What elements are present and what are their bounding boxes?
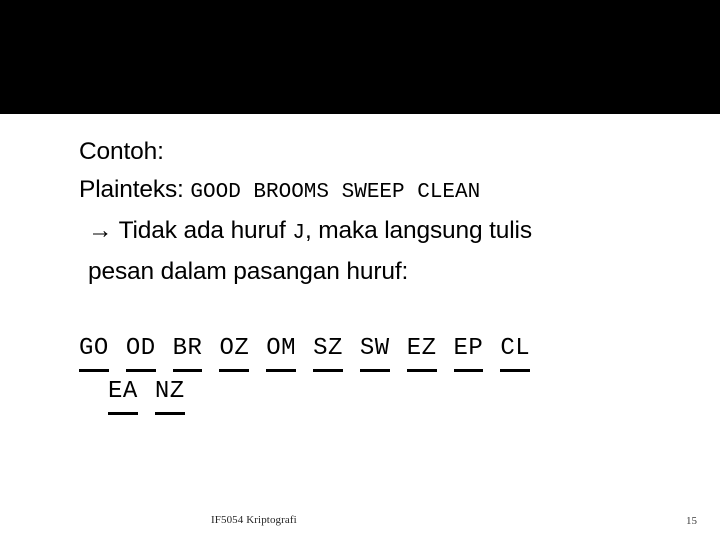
right-arrow-icon: → [88, 217, 113, 244]
letter-pair: EA [108, 372, 138, 415]
slide-body-text: Contoh: Plainteks: GOOD BROOMS SWEEP CLE… [79, 133, 689, 291]
heading-text: Contoh: [79, 138, 164, 165]
note-text-line2: pesan dalam pasangan huruf: [88, 258, 409, 285]
letter-pair: OM [266, 329, 297, 372]
letter-pairs-block: GO OD BR OZ OM SZ SW EZ EP CL EA NZ [79, 329, 689, 415]
footer-course-label: IF5054 Kriptografi [211, 514, 297, 526]
letter-pair: GO [79, 329, 109, 372]
letter-pairs-row-2: EA NZ [79, 372, 689, 415]
top-black-band [0, 0, 720, 114]
heading-line: Contoh: [79, 133, 689, 171]
letter-pair: SW [359, 329, 390, 372]
plaintext-value: GOOD BROOMS SWEEP CLEAN [190, 181, 481, 204]
note-text-part1: Tidak ada huruf [112, 217, 293, 244]
slide-footer: IF5054 Kriptografi 15 [0, 500, 720, 540]
plaintext-line: Plainteks: GOOD BROOMS SWEEP CLEAN [79, 171, 689, 212]
letter-pair: EZ [406, 329, 437, 372]
letter-pair: NZ [154, 372, 185, 415]
letter-pair: BR [172, 329, 203, 372]
note-text-part2: , maka langsung tulis [304, 217, 532, 244]
letter-pair: SZ [313, 329, 343, 372]
note-line-2: pesan dalam pasangan huruf: [79, 253, 689, 291]
letter-pair: OZ [219, 329, 250, 372]
footer-page-number: 15 [686, 515, 697, 527]
note-letter-j: J [292, 222, 305, 245]
slide-content-area: Contoh: Plainteks: GOOD BROOMS SWEEP CLE… [0, 114, 720, 500]
note-line-1: → Tidak ada huruf J, maka langsung tulis [79, 212, 689, 253]
plaintext-label: Plainteks: [79, 176, 184, 203]
letter-pair: CL [500, 329, 531, 372]
letter-pair: EP [453, 329, 484, 372]
letter-pair: OD [125, 329, 156, 372]
letter-pairs-row-1: GO OD BR OZ OM SZ SW EZ EP CL [79, 329, 689, 372]
